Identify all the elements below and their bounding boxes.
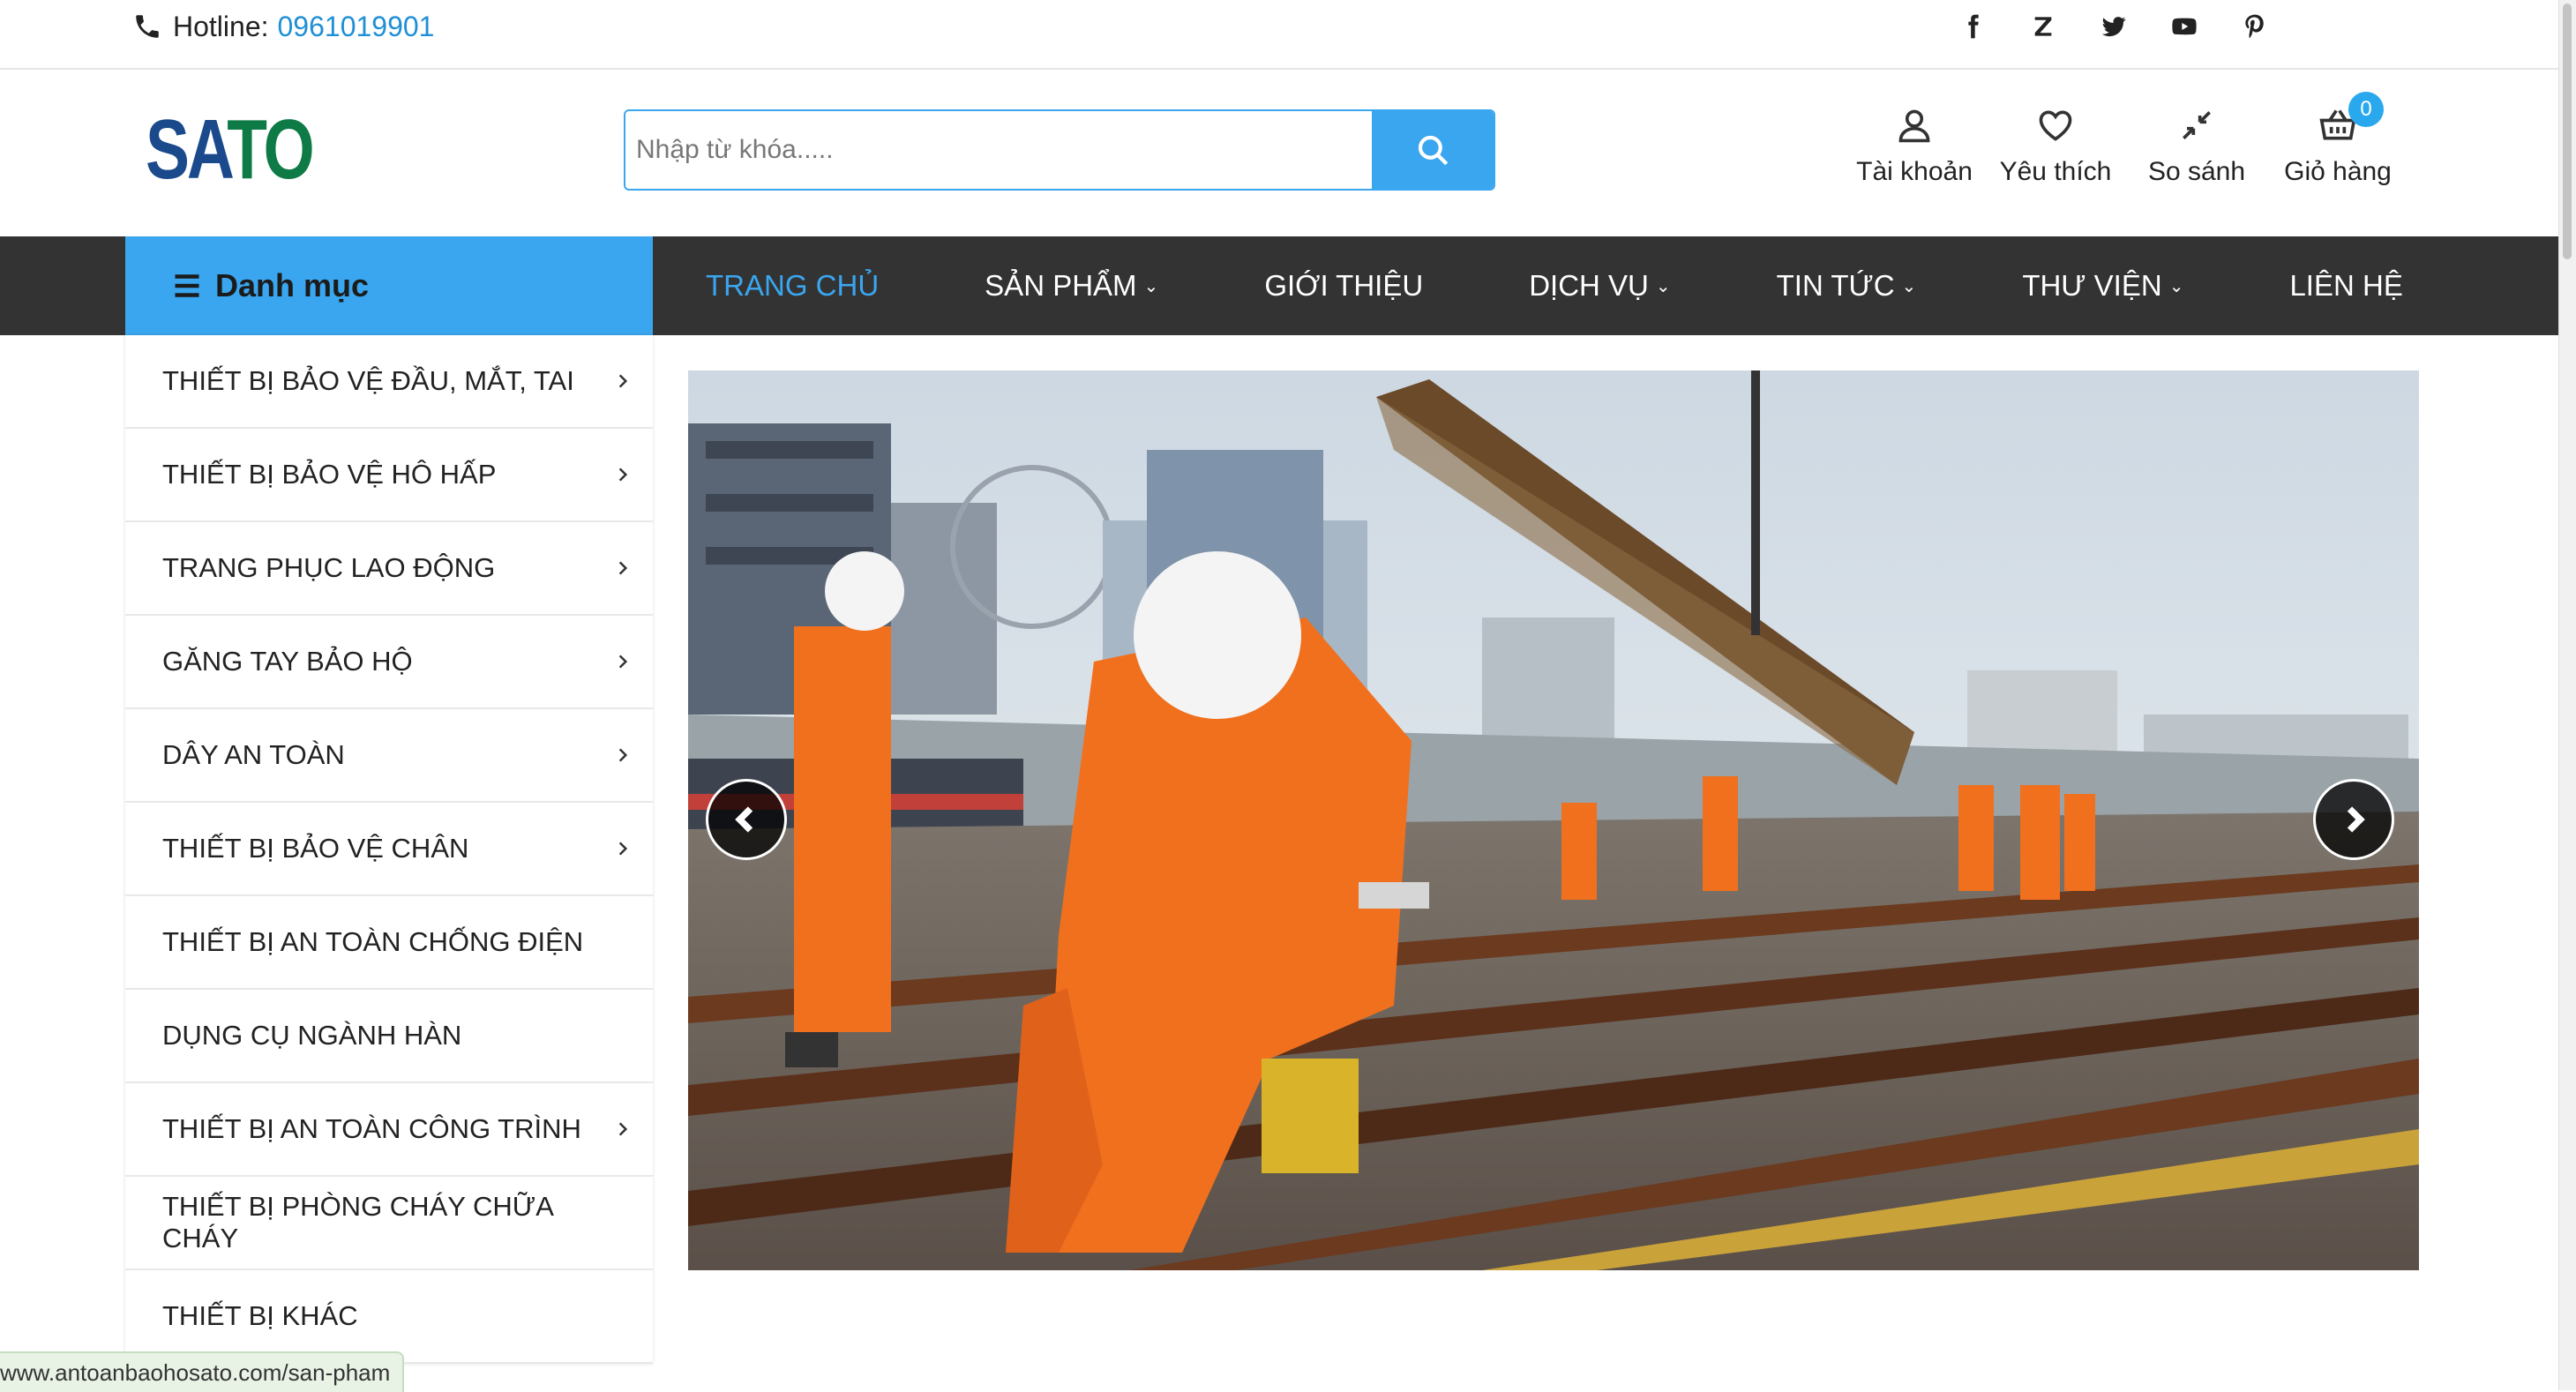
header-tools: Tài khoản Yêu thích So sánh Giỏ hàng 0: [1844, 92, 2408, 196]
chevron-right-icon: [618, 468, 628, 482]
chevron-right-icon: [2347, 806, 2365, 833]
zalo-icon[interactable]: [2020, 5, 2066, 48]
chevron-right-icon: [618, 561, 628, 575]
hotline-number-link[interactable]: 0961019901: [278, 11, 435, 43]
sidebar-item-respiratory[interactable]: THIẾT BỊ BẢO VỆ HÔ HẤP: [125, 429, 653, 522]
twitter-icon[interactable]: [2091, 5, 2137, 48]
pinterest-icon[interactable]: [2232, 5, 2278, 48]
search-input[interactable]: [625, 111, 1372, 189]
status-bar-url: www.antoanbaohosato.com/san-pham: [0, 1351, 405, 1392]
chevron-right-icon: [618, 1122, 628, 1136]
category-menu-button[interactable]: Danh mục: [125, 236, 653, 335]
hero-slider[interactable]: [688, 370, 2419, 1270]
nav-item-contact[interactable]: LIÊN HỆ: [2236, 269, 2455, 303]
nav-item-services[interactable]: DỊCH VỤ ⌄: [1476, 269, 1723, 303]
search-icon: [1418, 135, 1449, 166]
sidebar-item-fire-safety[interactable]: THIẾT BỊ PHÒNG CHÁY CHỮA CHÁY: [125, 1177, 653, 1270]
sidebar-item-safety-harness[interactable]: DÂY AN TOÀN: [125, 709, 653, 803]
nav-items: TRANG CHỦ SẢN PHẨM ⌄ GIỚI THIỆU DỊCH VỤ ⌄ …: [653, 236, 2456, 335]
search-button[interactable]: [1372, 111, 1494, 189]
user-icon: [1898, 109, 1930, 143]
phone-icon: [136, 15, 159, 38]
scrollbar-thumb[interactable]: [2563, 4, 2572, 259]
compress-icon: [2183, 111, 2211, 139]
chevron-down-icon: ⌄: [2168, 276, 2184, 296]
account-button[interactable]: Tài khoản: [1844, 99, 1985, 196]
cart-button[interactable]: Giỏ hàng 0: [2267, 92, 2408, 196]
sidebar-item-construction-safety[interactable]: THIẾT BỊ AN TOÀN CÔNG TRÌNH: [125, 1083, 653, 1177]
social-links: [1950, 5, 2303, 48]
category-sidebar: THIẾT BỊ BẢO VỆ ĐẦU, MẮT, TAI THIẾT BỊ B…: [125, 335, 653, 1364]
sidebar-item-other[interactable]: THIẾT BỊ KHÁC: [125, 1270, 653, 1364]
nav-item-library[interactable]: THƯ VIỆN ⌄: [1969, 269, 2236, 303]
cart-count-badge: 0: [2348, 92, 2384, 127]
sato-logo[interactable]: SATO: [146, 106, 315, 194]
compare-button[interactable]: So sánh: [2126, 99, 2267, 196]
sidebar-item-electrical-safety[interactable]: THIẾT BỊ AN TOÀN CHỐNG ĐIỆN: [125, 896, 653, 990]
search-bar: [624, 109, 1495, 191]
sidebar-item-gloves[interactable]: GĂNG TAY BẢO HỘ: [125, 616, 653, 709]
hamburger-icon: [175, 274, 199, 297]
sidebar-item-workwear[interactable]: TRANG PHỤC LAO ĐỘNG: [125, 522, 653, 616]
chevron-down-icon: ⌄: [1901, 276, 1917, 296]
sidebar-item-welding-tools[interactable]: DỤNG CỤ NGÀNH HÀN: [125, 990, 653, 1083]
nav-item-about[interactable]: GIỚI THIỆU: [1211, 269, 1476, 303]
wishlist-button[interactable]: Yêu thích: [1985, 99, 2126, 196]
slider-prev-button[interactable]: [706, 779, 787, 860]
nav-item-home[interactable]: TRANG CHỦ: [653, 269, 932, 303]
sidebar-item-foot-protection[interactable]: THIẾT BỊ BẢO VỆ CHÂN: [125, 803, 653, 896]
chevron-down-icon: ⌄: [1143, 276, 1159, 296]
chevron-right-icon: [618, 374, 628, 388]
youtube-icon[interactable]: [2161, 5, 2207, 48]
heart-icon: [2039, 110, 2072, 141]
railway-workers-image: [688, 370, 2419, 1270]
chevron-right-icon: [618, 655, 628, 669]
nav-item-news[interactable]: TIN TỨC ⌄: [1724, 269, 1970, 303]
hotline-label: Hotline:: [173, 10, 269, 42]
nav-item-products[interactable]: SẢN PHẨM ⌄: [932, 269, 1211, 303]
chevron-down-icon: ⌄: [1655, 276, 1671, 296]
hotline: Hotline: 0961019901: [132, 7, 434, 46]
chevron-left-icon: [735, 806, 753, 833]
chevron-right-icon: [618, 748, 628, 762]
facebook-icon[interactable]: [1950, 5, 1996, 48]
sidebar-item-head-protection[interactable]: THIẾT BỊ BẢO VỆ ĐẦU, MẮT, TAI: [125, 335, 653, 429]
slider-next-button[interactable]: [2313, 779, 2394, 860]
chevron-right-icon: [618, 842, 628, 856]
